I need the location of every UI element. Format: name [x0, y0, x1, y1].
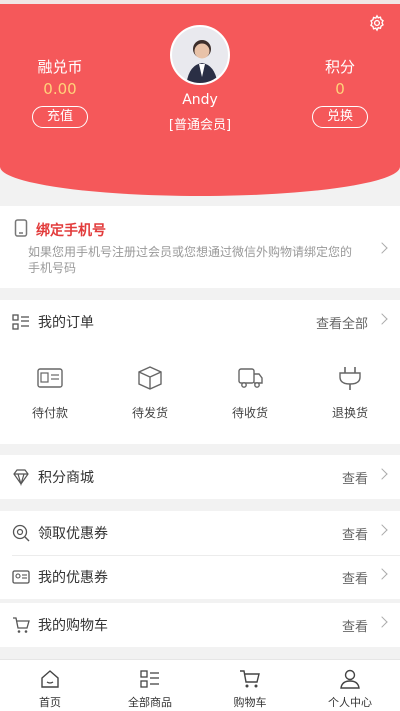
order-pending-receipt[interactable]: 待收货	[200, 354, 300, 444]
tab-label: 个人中心	[328, 696, 372, 709]
exchange-button[interactable]: 兑换	[312, 106, 368, 128]
points-mall-title: 积分商城	[38, 470, 94, 486]
chevron-right-icon	[376, 468, 388, 480]
tab-home[interactable]: 首页	[0, 660, 100, 711]
my-cart-title: 我的购物车	[38, 618, 108, 634]
my-cart-row[interactable]: 我的购物车 查看	[0, 603, 400, 647]
tab-label: 首页	[39, 696, 61, 709]
bind-phone-title: 绑定手机号	[36, 223, 106, 239]
order-pending-shipment[interactable]: 待发货	[100, 354, 200, 444]
coin-label: 融兑币	[37, 58, 83, 76]
points-stat: 积分 0 兑换	[290, 58, 390, 128]
coupon-card-icon	[12, 570, 30, 584]
orders-header-row[interactable]: 我的订单 查看全部	[0, 300, 400, 344]
home-icon	[41, 670, 59, 688]
my-coupons-view-link[interactable]: 查看	[342, 568, 368, 587]
my-coupons-title: 我的优惠券	[38, 570, 108, 586]
order-pending-payment[interactable]: 待付款	[0, 354, 100, 444]
order-item-label: 退换货	[331, 406, 368, 420]
get-coupons-view-link[interactable]: 查看	[342, 524, 368, 543]
status-strip	[0, 0, 400, 4]
my-cart-view-link[interactable]: 查看	[342, 616, 368, 635]
points-value: 0	[335, 80, 345, 98]
list-icon	[140, 670, 159, 688]
tab-cart[interactable]: 购物车	[200, 660, 300, 711]
tab-label: 全部商品	[128, 696, 172, 709]
order-item-label: 待发货	[131, 406, 168, 420]
user-icon	[340, 669, 360, 689]
diamond-icon	[13, 469, 29, 486]
order-status-grid: 待付款 待发货 待收货 退换货	[0, 354, 400, 444]
plug-return-icon	[339, 367, 361, 390]
settings-gear-icon[interactable]	[368, 14, 386, 32]
my-coupons-row[interactable]: 我的优惠券 查看	[0, 555, 400, 599]
order-item-label: 待付款	[31, 406, 68, 420]
bottom-tab-bar: 首页 全部商品 购物车 个人中心	[0, 659, 400, 711]
cart-icon	[240, 670, 260, 688]
box-icon	[138, 366, 162, 390]
tab-profile[interactable]: 个人中心	[300, 660, 400, 711]
order-list-icon	[12, 314, 29, 330]
shopping-links-card: 领取优惠券 查看 我的优惠券 查看 我的购物车 查看	[0, 511, 400, 647]
tab-all-products[interactable]: 全部商品	[100, 660, 200, 711]
bind-phone-description: 如果您用手机号注册过会员或您想通过微信外购物请绑定您的手机号码	[28, 245, 353, 275]
wallet-icon	[37, 368, 63, 388]
get-coupons-title: 领取优惠券	[38, 526, 108, 542]
chevron-right-icon	[376, 524, 388, 536]
view-all-orders-link[interactable]: 查看全部	[316, 313, 368, 332]
points-mall-card[interactable]: 积分商城 查看	[0, 455, 400, 499]
get-coupons-row[interactable]: 领取优惠券 查看	[0, 511, 400, 555]
coupon-search-icon	[12, 524, 30, 542]
chevron-right-icon	[376, 616, 388, 628]
chevron-right-icon	[376, 242, 388, 254]
orders-title: 我的订单	[38, 315, 94, 331]
points-label: 积分	[324, 58, 355, 76]
order-item-label: 待收货	[231, 406, 268, 420]
order-returns[interactable]: 退换货	[300, 354, 400, 444]
chevron-right-icon	[376, 568, 388, 580]
chevron-right-icon	[376, 313, 388, 325]
truck-icon	[238, 368, 263, 388]
profile-header: 融兑币 0.00 充值 Andy [普通会员] 积分 0 兑换	[0, 0, 400, 196]
cart-icon	[13, 617, 30, 633]
tab-label: 购物车	[233, 696, 267, 709]
points-mall-view-link[interactable]: 查看	[342, 468, 368, 487]
bind-phone-card[interactable]: 绑定手机号 如果您用手机号注册过会员或您想通过微信外购物请绑定您的手机号码	[0, 206, 400, 288]
avatar[interactable]	[170, 25, 230, 85]
phone-icon	[14, 219, 28, 237]
avatar-photo	[172, 27, 228, 83]
